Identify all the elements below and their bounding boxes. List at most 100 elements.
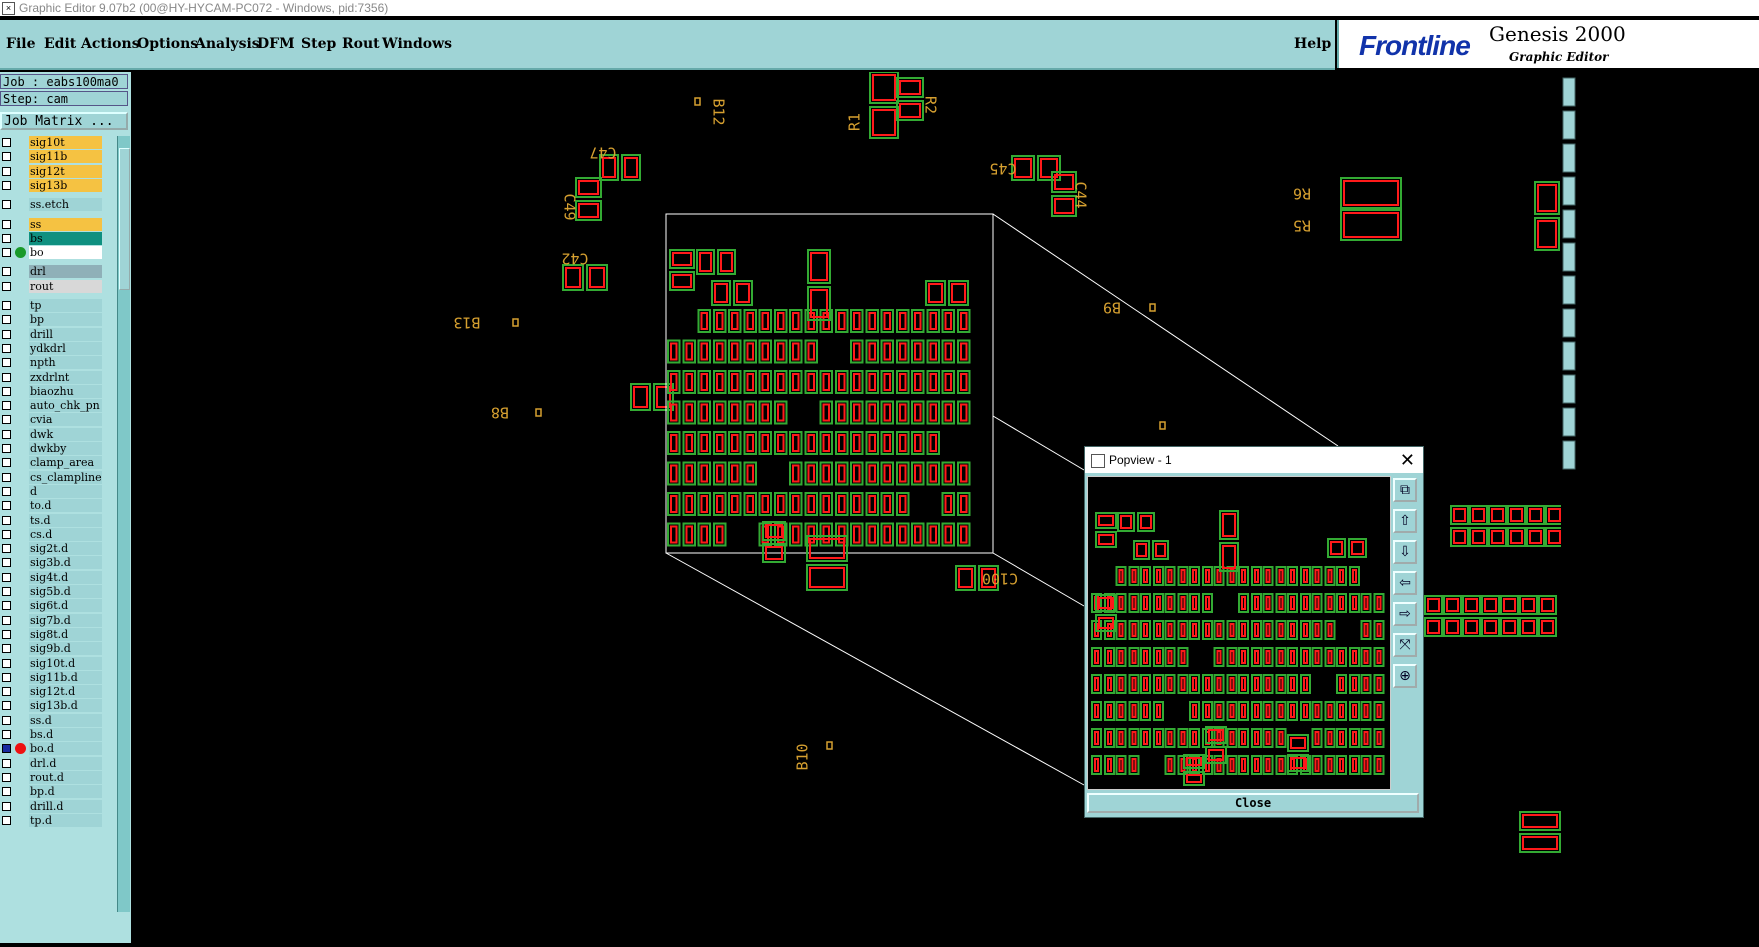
- zoom-window-icon[interactable]: ⧉: [1393, 478, 1417, 502]
- layer-row-sig3b-d[interactable]: sig3b.d: [0, 556, 117, 570]
- layer-row-zxdrlnt[interactable]: zxdrlnt: [0, 370, 117, 384]
- layer-checkbox[interactable]: [2, 558, 11, 568]
- layer-row-drl[interactable]: drl: [0, 265, 117, 279]
- layer-checkbox[interactable]: [2, 458, 11, 468]
- layer-name[interactable]: sig4t.d: [29, 570, 102, 584]
- layer-checkbox[interactable]: [2, 601, 11, 611]
- popview-close-button[interactable]: Close: [1087, 793, 1419, 813]
- layer-checkbox[interactable]: [2, 343, 11, 353]
- layer-row-biaozhu[interactable]: biaozhu: [0, 384, 117, 398]
- layer-checkbox[interactable]: [2, 200, 11, 210]
- layer-name[interactable]: sig12t.d: [29, 685, 102, 699]
- layer-row-sig9b-d[interactable]: sig9b.d: [0, 642, 117, 656]
- layer-checkbox[interactable]: [2, 801, 11, 811]
- layer-row-sig12t[interactable]: sig12t: [0, 164, 117, 178]
- job-matrix-button[interactable]: Job Matrix ...: [0, 112, 128, 130]
- layer-name[interactable]: bs: [29, 231, 102, 245]
- layer-row-rout-d[interactable]: rout.d: [0, 770, 117, 784]
- layer-checkbox[interactable]: [2, 233, 11, 243]
- layer-row-drl-d[interactable]: drl.d: [0, 756, 117, 770]
- layer-name[interactable]: ts.d: [29, 513, 102, 527]
- layer-row-sig13b-d[interactable]: sig13b.d: [0, 699, 117, 713]
- layer-checkbox[interactable]: [2, 429, 11, 439]
- layer-name[interactable]: drill.d: [29, 799, 102, 813]
- layer-checkbox[interactable]: [2, 644, 11, 654]
- layer-name[interactable]: cs_clampline: [29, 470, 102, 484]
- layer-row-sig13b[interactable]: sig13b: [0, 178, 117, 192]
- layer-name[interactable]: rout: [29, 279, 102, 293]
- layer-name[interactable]: d: [29, 484, 102, 498]
- layer-name[interactable]: auto_chk_pn: [29, 399, 102, 413]
- layer-row-bo-d[interactable]: bo.d: [0, 742, 117, 756]
- pan-left-icon[interactable]: ⇦: [1393, 571, 1417, 595]
- layer-checkbox[interactable]: [2, 301, 11, 310]
- popview-window[interactable]: Popview - 1 ✕ ⧉ ⇧ ⇩ ⇦ ⇨ ⤧ ⊕ Close: [1084, 446, 1424, 818]
- layer-row-tp-d[interactable]: tp.d: [0, 813, 117, 827]
- layer-row-dwkby[interactable]: dwkby: [0, 442, 117, 455]
- layer-checkbox[interactable]: [2, 358, 11, 368]
- menu-options[interactable]: Options: [137, 36, 198, 52]
- layer-name[interactable]: sig3b.d: [29, 556, 102, 570]
- layer-row-sig11b-d[interactable]: sig11b.d: [0, 670, 117, 684]
- layer-row-bo[interactable]: bo: [0, 246, 117, 260]
- layer-name[interactable]: cs.d: [29, 527, 102, 541]
- layer-checkbox[interactable]: [2, 138, 11, 147]
- zoom-fit-icon[interactable]: ⤧: [1393, 633, 1417, 657]
- layer-row-ydkdrl[interactable]: ydkdrl: [0, 341, 117, 355]
- layer-checkbox[interactable]: [2, 572, 11, 582]
- layer-name[interactable]: npth: [29, 356, 102, 370]
- layer-checkbox[interactable]: [2, 152, 11, 162]
- menu-file[interactable]: File: [6, 36, 35, 52]
- layer-checkbox[interactable]: [2, 501, 11, 511]
- layer-name[interactable]: drl.d: [29, 756, 102, 770]
- layer-row-cvia[interactable]: cvia: [0, 413, 117, 427]
- layer-name[interactable]: bo.d: [29, 742, 102, 756]
- layer-name[interactable]: tp.d: [29, 813, 102, 827]
- menu-help[interactable]: Help: [1294, 36, 1331, 52]
- layer-checkbox[interactable]: [2, 180, 11, 190]
- popview-close-icon[interactable]: ✕: [1400, 447, 1415, 473]
- popview-canvas[interactable]: [1087, 476, 1391, 790]
- layer-name[interactable]: dwk: [29, 427, 102, 441]
- layer-row-bs-d[interactable]: bs.d: [0, 728, 117, 741]
- layer-checkbox[interactable]: [2, 730, 11, 739]
- layer-checkbox[interactable]: [2, 372, 11, 382]
- layer-row-rout[interactable]: rout: [0, 279, 117, 293]
- pan-right-icon[interactable]: ⇨: [1393, 602, 1417, 626]
- layer-name[interactable]: sig5b.d: [29, 585, 102, 598]
- layer-name[interactable]: sig6t.d: [29, 599, 102, 613]
- layer-row-sig11b[interactable]: sig11b: [0, 150, 117, 164]
- menu-windows[interactable]: Windows: [382, 36, 452, 52]
- layer-row-sig4t-d[interactable]: sig4t.d: [0, 570, 117, 584]
- layer-row-cs-d[interactable]: cs.d: [0, 527, 117, 541]
- layer-name[interactable]: drill: [29, 327, 102, 341]
- layer-scrollbar[interactable]: [117, 136, 130, 912]
- layer-row-cs-clampline[interactable]: cs_clampline: [0, 470, 117, 484]
- layer-name[interactable]: drl: [29, 265, 102, 279]
- layer-name[interactable]: zxdrlnt: [29, 370, 102, 384]
- menu-step[interactable]: Step: [301, 36, 336, 52]
- menu-dfm[interactable]: DFM: [257, 36, 295, 52]
- layer-checkbox[interactable]: [2, 515, 11, 525]
- layer-name[interactable]: clamp_area: [29, 456, 102, 470]
- layer-row-drill[interactable]: drill: [0, 327, 117, 341]
- layer-checkbox[interactable]: [2, 486, 11, 496]
- layer-checkbox[interactable]: [2, 248, 11, 258]
- layer-row-auto-chk-pn[interactable]: auto_chk_pn: [0, 399, 117, 413]
- layer-name[interactable]: sig11b: [29, 150, 102, 164]
- layer-name[interactable]: sig9b.d: [29, 642, 102, 656]
- layer-checkbox[interactable]: [2, 672, 11, 682]
- layer-checkbox[interactable]: [2, 787, 11, 797]
- layer-row-sig5b-d[interactable]: sig5b.d: [0, 585, 117, 598]
- layer-name[interactable]: ss: [29, 217, 102, 231]
- layer-checkbox[interactable]: [2, 401, 11, 411]
- layer-checkbox[interactable]: [2, 472, 11, 482]
- layer-checkbox[interactable]: [2, 281, 11, 291]
- zoom-home-icon[interactable]: ⊕: [1393, 664, 1417, 688]
- layer-row-dwk[interactable]: dwk: [0, 427, 117, 441]
- layer-name[interactable]: sig13b: [29, 178, 102, 192]
- layer-row-ts-d[interactable]: ts.d: [0, 513, 117, 527]
- layer-name[interactable]: sig11b.d: [29, 670, 102, 684]
- layer-row-bp[interactable]: bp: [0, 313, 117, 327]
- layer-name[interactable]: rout.d: [29, 770, 102, 784]
